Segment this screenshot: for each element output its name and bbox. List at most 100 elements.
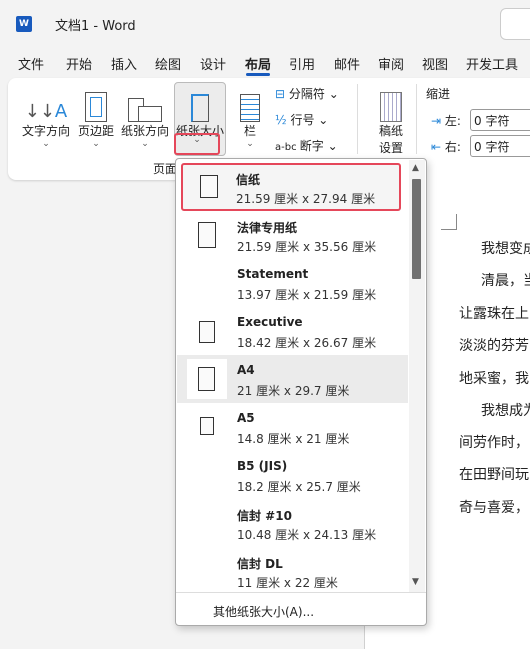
item-name: A5 (237, 411, 255, 425)
scrollbar-thumb[interactable] (412, 179, 421, 279)
doc-line: 让露珠在上 (459, 306, 529, 322)
line-numbers-icon: ½ (275, 113, 291, 127)
chevron-down-icon: ⌄ (141, 139, 149, 149)
word-logo-icon: W (16, 16, 32, 32)
chevron-down-icon: ⌄ (42, 139, 50, 149)
item-name: B5 (JIS) (237, 459, 288, 473)
chevron-down-icon: ⌄ (246, 139, 254, 149)
tab-references[interactable]: 引用 (289, 54, 315, 73)
line-numbers-label: 行号 (290, 113, 315, 127)
active-tab-indicator (246, 73, 270, 76)
item-size: 13.97 厘米 x 21.59 厘米 (237, 288, 377, 302)
hyphenation-icon: a-bc (275, 142, 300, 153)
doc-line: 我想成为 (481, 403, 530, 419)
doc-line: 间劳作时， (459, 435, 529, 451)
scroll-up-arrow-icon[interactable]: ▲ (412, 163, 419, 173)
text-direction-button[interactable]: ↓↓ A 文字方向 ⌄ (20, 84, 72, 149)
menu-item-a4[interactable]: A4 21 厘米 x 29.7 厘米 (177, 355, 408, 403)
indent-left-input[interactable]: 0 字符 (470, 109, 530, 131)
window-title: 文档1 - Word (55, 19, 136, 34)
paper-size-menu: 信纸 21.59 厘米 x 27.94 厘米 法律专用纸 21.59 厘米 x … (175, 158, 427, 626)
columns-label: 栏 (243, 124, 256, 138)
tab-layout[interactable]: 布局 (245, 54, 271, 73)
menu-item-envelope-dl[interactable]: 信封 DL 11 厘米 x 22 厘米 (177, 547, 408, 595)
tab-home[interactable]: 开始 (66, 54, 92, 73)
text-direction-icon: ↓↓ A (24, 101, 68, 122)
item-name: 信纸 (236, 173, 261, 187)
tab-design[interactable]: 设计 (200, 54, 226, 73)
item-name: Executive (237, 315, 303, 329)
orientation-label: 纸张方向 (120, 124, 169, 138)
portrait-page-icon (199, 321, 215, 343)
item-size: 11 厘米 x 22 厘米 (237, 576, 338, 590)
menu-item-a5[interactable]: A5 14.8 厘米 x 21 厘米 (177, 403, 408, 451)
line-numbers-button[interactable]: ½ 行号 ⌄ (275, 111, 328, 128)
group-label-page-setup: 页面 (153, 162, 178, 176)
menu-item-letter[interactable]: 信纸 21.59 厘米 x 27.94 厘米 (181, 163, 401, 211)
breaks-button[interactable]: ⊟ 分隔符 ⌄ (275, 85, 339, 102)
margin-corner-mark (441, 214, 457, 230)
tab-draw[interactable]: 绘图 (155, 54, 181, 73)
tab-developer[interactable]: 开发工具 (466, 54, 518, 73)
margins-label: 页边距 (77, 124, 114, 138)
doc-line: 清晨，当 (481, 273, 530, 289)
more-paper-sizes-button[interactable]: 其他纸张大小(A)... (176, 592, 426, 625)
title-bar: W 文档1 - Word (0, 0, 530, 46)
margins-icon (76, 84, 116, 122)
breaks-icon: ⊟ (275, 87, 289, 101)
columns-button[interactable]: 栏 ⌄ (236, 84, 264, 149)
menu-item-envelope-10[interactable]: 信封 #10 10.48 厘米 x 24.13 厘米 (177, 499, 408, 547)
columns-icon (236, 84, 264, 122)
tab-review[interactable]: 审阅 (378, 54, 404, 73)
item-name: 信封 DL (237, 557, 283, 571)
orientation-button[interactable]: 纸张方向 ⌄ (119, 84, 171, 149)
doc-line: 地采蜜，我 (459, 371, 529, 387)
item-size: 21.59 厘米 x 35.56 厘米 (237, 240, 377, 254)
indent-right-input[interactable]: 0 字符 (470, 135, 530, 157)
text-direction-label: 文字方向 (21, 124, 70, 138)
tab-mailings[interactable]: 邮件 (334, 54, 360, 73)
portrait-page-icon (200, 417, 214, 435)
portrait-page-icon (198, 222, 216, 248)
menu-item-legal[interactable]: 法律专用纸 21.59 厘米 x 35.56 厘米 (177, 211, 408, 259)
item-size: 14.8 厘米 x 21 厘米 (237, 432, 350, 446)
indent-right-label: ⇤ 右: (431, 140, 461, 154)
draft-settings-button[interactable]: 稿纸 设置 (372, 84, 410, 156)
indent-label: 缩进 (426, 87, 451, 101)
item-name: Statement (237, 267, 309, 281)
menu-item-b5-jis[interactable]: B5 (JIS) 18.2 厘米 x 25.7 厘米 (177, 451, 408, 499)
draft-paper-icon (372, 84, 410, 122)
scroll-down-arrow-icon[interactable]: ▼ (412, 577, 419, 587)
search-box[interactable] (500, 8, 530, 40)
tab-file[interactable]: 文件 (18, 54, 44, 73)
draft-label-2: 设置 (378, 141, 403, 155)
item-size: 21.59 厘米 x 27.94 厘米 (236, 192, 376, 206)
item-size: 10.48 厘米 x 24.13 厘米 (237, 528, 377, 542)
doc-line: 奇与喜爱， (459, 500, 529, 516)
orientation-icon (119, 84, 171, 122)
paper-size-icon (175, 84, 225, 122)
hyphenation-label: 断字 (299, 139, 324, 153)
hyphenation-button[interactable]: a-bc 断字 ⌄ (275, 137, 338, 154)
menu-item-statement[interactable]: Statement 13.97 厘米 x 21.59 厘米 (177, 259, 408, 307)
draft-label-1: 稿纸 (378, 124, 403, 138)
doc-line: 淡淡的芬芳 (459, 338, 529, 354)
divider (357, 84, 358, 154)
divider (416, 84, 417, 154)
tab-insert[interactable]: 插入 (111, 54, 137, 73)
indent-right-icon: ⇤ (431, 140, 442, 154)
doc-line: 在田野间玩 (459, 467, 529, 483)
menu-item-executive[interactable]: Executive 18.42 厘米 x 26.67 厘米 (177, 307, 408, 355)
margins-button[interactable]: 页边距 ⌄ (76, 84, 116, 149)
breaks-label: 分隔符 (288, 87, 325, 101)
tab-view[interactable]: 视图 (422, 54, 448, 73)
item-name: 法律专用纸 (237, 221, 298, 235)
chevron-down-icon: ⌄ (92, 139, 100, 149)
item-size: 18.42 厘米 x 26.67 厘米 (237, 336, 377, 350)
paper-size-button[interactable]: 纸张大小 (175, 84, 225, 139)
paper-size-dropdown-chevron[interactable]: ⌄ (174, 133, 220, 155)
item-size: 21 厘米 x 29.7 厘米 (237, 384, 350, 398)
item-name: 信封 #10 (237, 509, 292, 523)
item-size: 18.2 厘米 x 25.7 厘米 (237, 480, 361, 494)
portrait-page-icon (198, 367, 215, 391)
